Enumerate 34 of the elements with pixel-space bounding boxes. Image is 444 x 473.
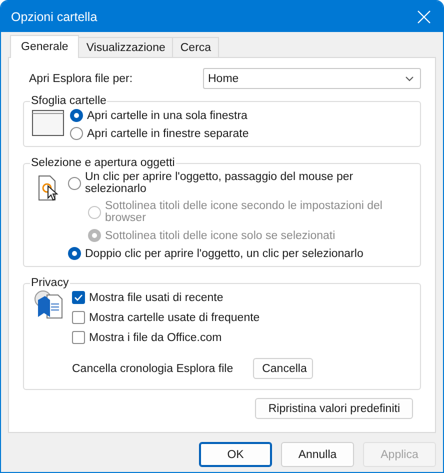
dialog-button[interactable]: OK xyxy=(199,442,272,467)
option-label: Apri cartelle in finestre separate xyxy=(87,128,249,140)
option-label: Apri cartelle in una sola finestra xyxy=(87,110,248,122)
radio-button[interactable] xyxy=(68,247,81,260)
checkbox[interactable] xyxy=(72,311,85,324)
option-label: Un clic per aprire l'oggetto, passaggio del mouse per selezionarlo xyxy=(85,171,354,195)
checkbox-label: Mostra cartelle usate di frequente xyxy=(89,312,260,324)
radio-button[interactable] xyxy=(68,176,81,190)
checkbox[interactable] xyxy=(72,291,85,304)
dialog-button[interactable]: Annulla xyxy=(281,442,354,467)
group-title: Sfoglia cartelle xyxy=(30,95,108,107)
group-title: Privacy xyxy=(30,277,70,289)
window-icon xyxy=(32,110,64,136)
option-label: Sottolinea titoli delle icone secondo le impostazioni del browser xyxy=(105,200,384,224)
clear-history-label: Cancella cronologia Esplora file xyxy=(72,362,234,374)
clear-button[interactable]: Cancella xyxy=(253,358,314,379)
option-label: Doppio clic per aprire l'oggetto, un clic per selezionarlo xyxy=(85,248,364,260)
document-cursor-icon xyxy=(38,175,60,203)
dropdown[interactable]: Home xyxy=(203,68,421,89)
tab[interactable]: Cerca xyxy=(172,37,220,57)
chevron-icon xyxy=(405,76,414,82)
documents-icon xyxy=(34,290,64,320)
window-title: Opzioni cartella xyxy=(11,10,98,24)
close-button[interactable] xyxy=(417,10,431,24)
restore-defaults-button[interactable]: Ripristina valori predefiniti xyxy=(255,398,413,419)
group-title: Selezione e apertura oggetti xyxy=(30,157,176,169)
radio-button[interactable] xyxy=(70,109,83,122)
tab[interactable]: Generale xyxy=(10,35,80,58)
radio-button[interactable] xyxy=(70,127,83,140)
checkbox[interactable] xyxy=(72,331,85,344)
checkbox-label: Mostra file usati di recente xyxy=(89,292,224,304)
option-label: Sottolinea titoli delle icone solo se selezionati xyxy=(105,230,336,242)
checkbox-label: Mostra i file da Office.com xyxy=(89,332,222,344)
field-label: Apri Esplora file per: xyxy=(29,72,133,84)
